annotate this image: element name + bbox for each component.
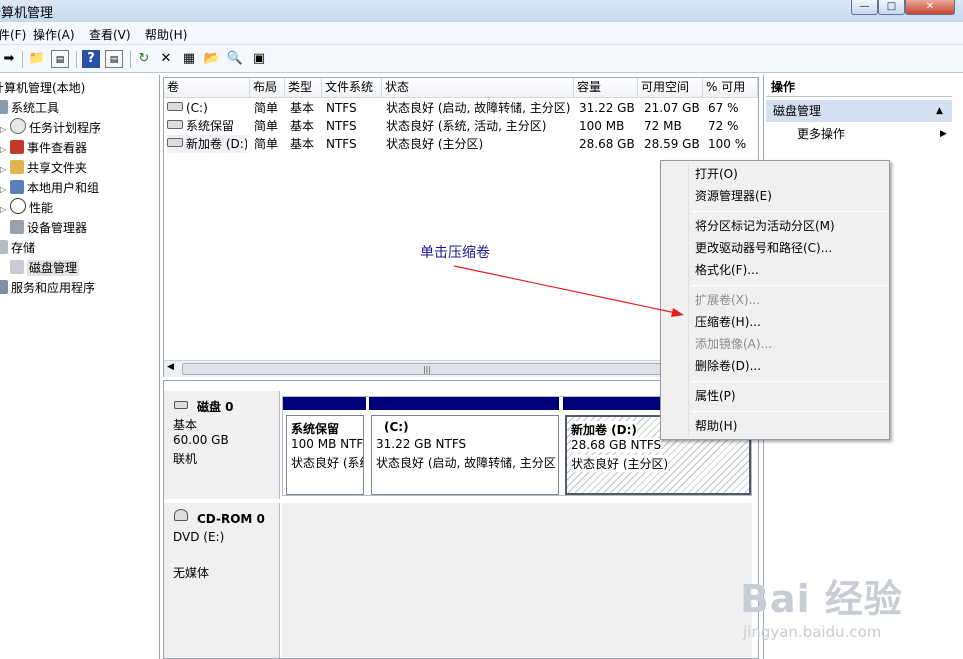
baidu-watermark: Bai 经验 jingyan.baidu.com — [740, 568, 903, 641]
watermark-url: jingyan.baidu.com — [743, 623, 882, 641]
annotation-arrow — [453, 265, 684, 317]
watermark-logo: Bai 经验 — [740, 577, 903, 621]
